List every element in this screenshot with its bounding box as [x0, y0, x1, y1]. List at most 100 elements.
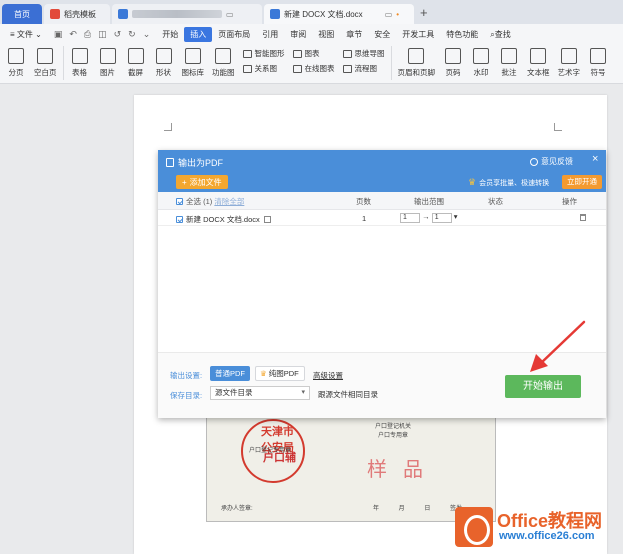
range-header: 输出范围: [414, 197, 444, 206]
screenshot-button[interactable]: 截屏: [122, 46, 150, 78]
sample-stamp: 样品: [367, 457, 439, 481]
delete-button[interactable]: [580, 214, 586, 223]
picture-button[interactable]: 图片: [94, 46, 122, 78]
textbox-button[interactable]: 文本框: [523, 46, 554, 78]
menu-reference[interactable]: 引用: [256, 27, 284, 42]
new-tab-button[interactable]: +: [420, 5, 428, 20]
ribbon-divider: [390, 46, 392, 80]
save-icon[interactable]: ▣: [54, 29, 63, 40]
tab-window-icon[interactable]: ▭: [385, 10, 393, 19]
symbol-icon: [590, 48, 606, 64]
chart-group: 图表 在线图表: [289, 46, 339, 76]
chart-button[interactable]: 图表: [292, 48, 335, 59]
tab-blurred-document[interactable]: ▭: [112, 4, 262, 24]
menu-features[interactable]: 特色功能: [440, 27, 484, 42]
function-chart-button[interactable]: 功能图: [208, 46, 239, 78]
close-button[interactable]: ×: [592, 153, 598, 165]
function-chart-label: 功能图: [212, 68, 235, 77]
flow-chart-label: 流程图: [354, 64, 378, 73]
menu-start[interactable]: 开始: [156, 27, 184, 42]
tab-template[interactable]: 稻壳模板: [44, 4, 110, 24]
range-dropdown-icon[interactable]: ▾: [454, 212, 458, 221]
range-to-input[interactable]: 1: [431, 213, 452, 223]
word-art-button[interactable]: 艺术字: [554, 46, 585, 78]
icon-library-label: 图标库: [181, 68, 205, 77]
more-icon[interactable]: ⌄: [143, 29, 151, 40]
textbox-label: 文本框: [527, 68, 550, 77]
menu-review[interactable]: 审阅: [284, 27, 312, 42]
normal-pdf-button[interactable]: 普通PDF: [210, 366, 250, 381]
undo-icon[interactable]: ↺: [114, 29, 122, 40]
registry-authority: 户口登记机关 户口专用章: [375, 423, 411, 441]
menu-view[interactable]: 视图: [312, 27, 340, 42]
pages-header: 页数: [356, 197, 371, 206]
page-count: 1: [362, 214, 367, 223]
office-logo-icon: [455, 507, 493, 547]
flow-chart-button[interactable]: 流程图: [342, 63, 385, 74]
start-export-button[interactable]: 开始输出: [505, 375, 581, 398]
print-icon[interactable]: ⎙: [84, 29, 91, 40]
table-label: 表格: [72, 68, 87, 77]
symbol-button[interactable]: 符号: [584, 46, 612, 78]
comment-button[interactable]: 批注: [495, 46, 523, 78]
file-menu[interactable]: ≡ 文件 ⌄: [4, 27, 48, 42]
menu-chapter[interactable]: 章节: [340, 27, 368, 42]
chart-icon: [292, 49, 302, 58]
tab-document[interactable]: 新建 DOCX 文档.docx ▭ •: [264, 4, 414, 24]
plus-icon: +: [182, 177, 187, 187]
smart-shape-button[interactable]: 智能图形: [242, 48, 285, 59]
blank-page-button[interactable]: 空白页: [30, 46, 61, 78]
page-number-button[interactable]: 页码: [439, 46, 467, 78]
mind-map-label: 思维导图: [354, 49, 385, 58]
icon-library-icon: [184, 48, 201, 64]
menu-developer[interactable]: 开发工具: [396, 27, 440, 42]
annotation-arrow: [530, 320, 586, 372]
header-footer-button[interactable]: 页眉和页脚: [394, 46, 440, 78]
signer-label: 承办人签章:: [221, 506, 253, 512]
online-chart-button[interactable]: 在线图表: [292, 63, 335, 74]
range-from-input[interactable]: 1: [400, 213, 420, 223]
page-break-button[interactable]: 分页: [2, 46, 30, 78]
file-menu-label: 文件: [16, 29, 33, 39]
pdf-icon: [166, 158, 174, 167]
tab-window-icon[interactable]: ▭: [226, 10, 234, 19]
tab-home[interactable]: 首页: [2, 4, 42, 24]
relation-chart-icon: [242, 64, 252, 73]
export-pdf-dialog: 输出为PDF 意见反馈 × + 添加文件 ♛ 会员享批量、极速转换 立即开通 全…: [158, 150, 606, 418]
mind-map-button[interactable]: 思维导图: [342, 48, 385, 59]
relation-chart-button[interactable]: 关系图: [242, 63, 285, 74]
range-arrow: →: [422, 212, 430, 221]
clear-all-link[interactable]: 清除全部: [214, 197, 244, 206]
watermark-button[interactable]: 水印: [467, 46, 495, 78]
redo-icon[interactable]: ↻: [128, 29, 136, 40]
function-chart-icon: [215, 48, 232, 64]
image-pdf-button[interactable]: ♛ 纯图PDF: [255, 366, 305, 381]
undo-history-icon[interactable]: ↶: [69, 29, 77, 40]
crop-mark: [164, 123, 172, 131]
feedback-link[interactable]: 意见反馈: [530, 156, 573, 167]
advanced-settings-link[interactable]: 高级设置: [313, 370, 343, 381]
add-file-button[interactable]: + 添加文件: [176, 175, 228, 189]
vip-upgrade-button[interactable]: 立即开通: [562, 175, 602, 189]
select-all-checkbox[interactable]: 全选 (1) 清除全部: [176, 196, 244, 207]
table-button[interactable]: 表格: [66, 46, 94, 78]
site-watermark: Office教程网 www.office26.com: [455, 505, 619, 549]
edit-icon[interactable]: [263, 216, 271, 223]
icon-library-button[interactable]: 图标库: [178, 46, 209, 78]
tab-home-label: 首页: [14, 9, 30, 19]
menu-security[interactable]: 安全: [368, 27, 396, 42]
word-art-label: 艺术字: [557, 68, 581, 77]
menu-layout[interactable]: 页面布局: [212, 27, 256, 42]
shape-button[interactable]: 形状: [150, 46, 178, 78]
search-label: 查找: [494, 29, 511, 39]
quick-access-toolbar: ▣ ↶ ⎙ ◫ ↺ ↻ ⌄: [48, 29, 156, 40]
menu-insert[interactable]: 插入: [184, 26, 213, 42]
tab-bar: 首页 稻壳模板 ▭ 新建 DOCX 文档.docx ▭ • +: [0, 0, 623, 24]
preview-icon[interactable]: ◫: [98, 29, 107, 40]
file-checkbox[interactable]: 新建 DOCX 文档.docx: [176, 214, 271, 225]
save-dir-label: 保存目录:: [170, 391, 203, 400]
tab-document-label: 新建 DOCX 文档.docx: [284, 9, 363, 19]
search-button[interactable]: ⌕查找: [484, 27, 516, 42]
save-dir-select[interactable]: 源文件目录 ▾: [210, 386, 310, 400]
certificate-image: 天津市公安局 户口登记专用章 户口辅 户口登记机关 户口专用章 样品 承办人签章…: [206, 414, 496, 522]
